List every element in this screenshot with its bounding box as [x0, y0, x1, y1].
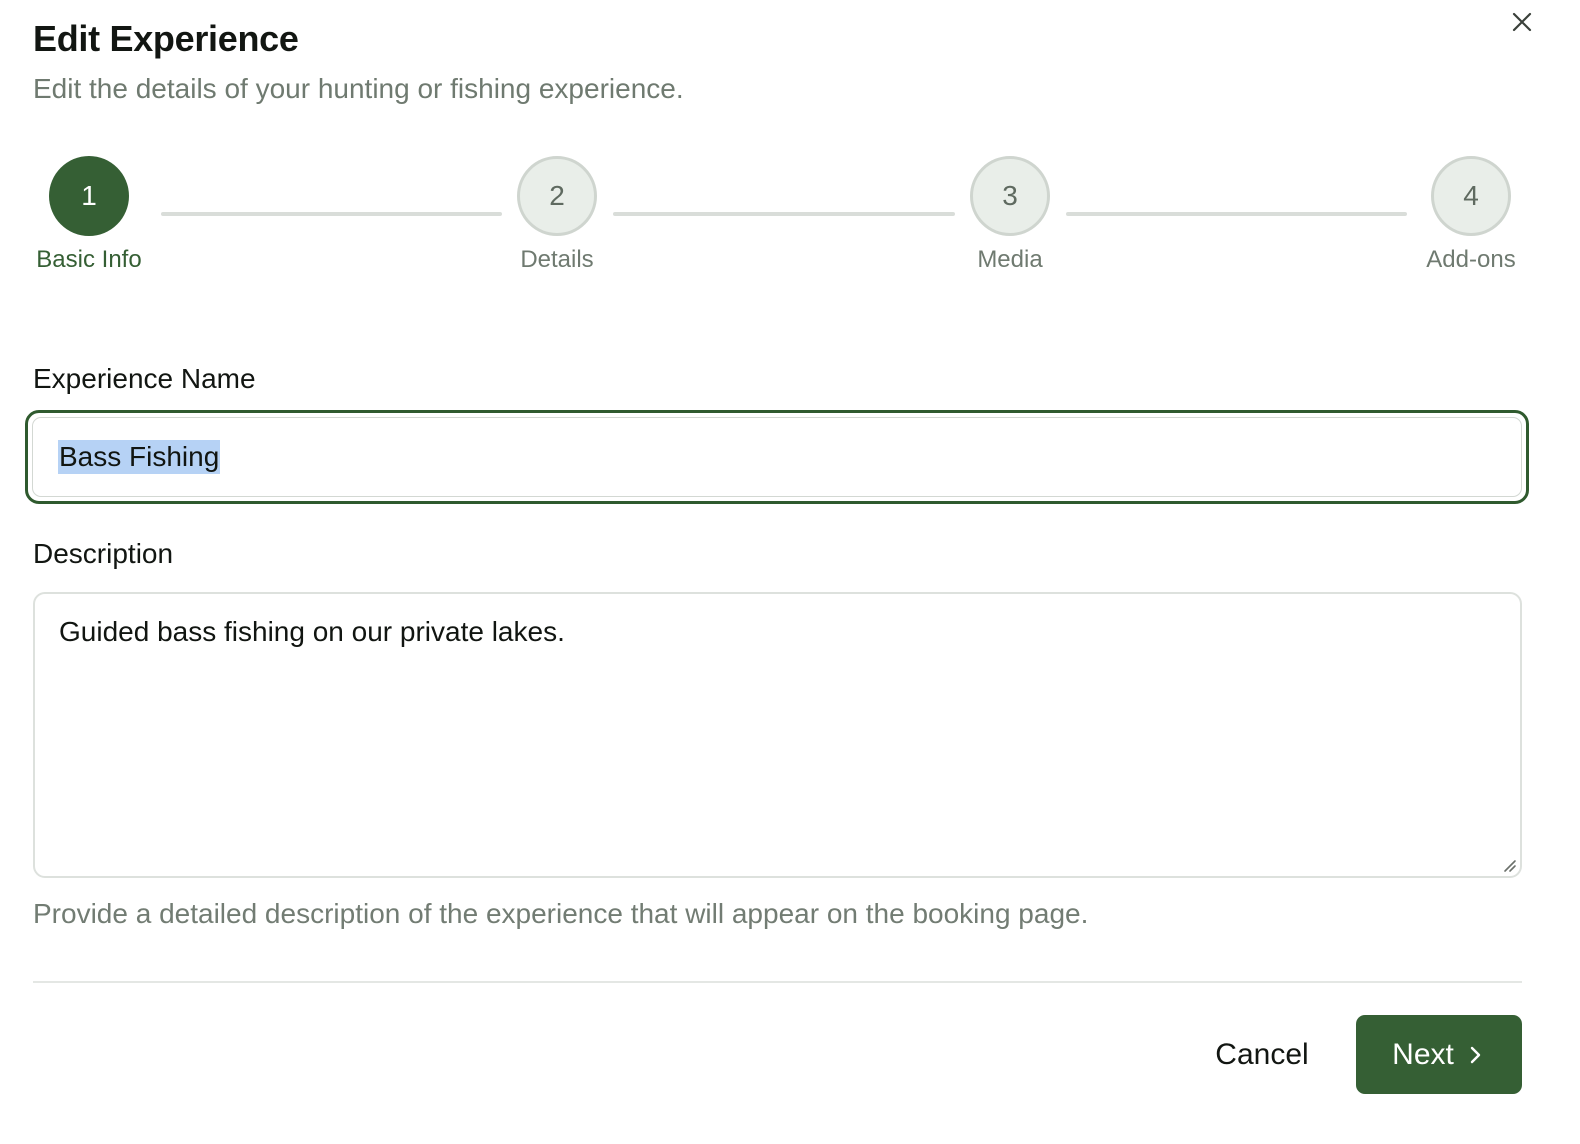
close-button[interactable]: [1506, 6, 1538, 38]
step-number-badge: 3: [970, 156, 1050, 236]
step-number-badge: 4: [1431, 156, 1511, 236]
step-label: Add-ons: [1426, 246, 1516, 273]
experience-name-label: Experience Name: [33, 363, 256, 394]
dialog-title: Edit Experience: [33, 18, 299, 59]
experience-name-input[interactable]: Bass Fishing: [32, 417, 1522, 497]
step-label: Details: [520, 246, 594, 273]
step-number-badge: 1: [49, 156, 129, 236]
edit-experience-dialog: Edit Experience Edit the details of your…: [0, 0, 1580, 1144]
chevron-right-icon: [1470, 1046, 1481, 1063]
experience-name-focus-ring: Bass Fishing: [25, 410, 1529, 504]
next-button[interactable]: Next: [1356, 1015, 1522, 1094]
step-connector: [161, 212, 502, 216]
resize-handle-icon[interactable]: [1499, 855, 1517, 873]
cancel-button[interactable]: Cancel: [1196, 1016, 1328, 1094]
experience-name-value: Bass Fishing: [58, 440, 221, 474]
description-value: Guided bass fishing on our private lakes…: [59, 616, 565, 647]
step-connector: [613, 212, 955, 216]
step-number-badge: 2: [517, 156, 597, 236]
step-add-ons[interactable]: 4 Add-ons: [1416, 156, 1526, 276]
description-label: Description: [33, 538, 174, 569]
step-connector: [1066, 212, 1407, 216]
step-label: Basic Info: [36, 246, 142, 273]
step-media[interactable]: 3 Media: [960, 156, 1060, 276]
step-details[interactable]: 2 Details: [507, 156, 607, 276]
dialog-subtitle: Edit the details of your hunting or fish…: [33, 73, 684, 104]
description-helper-text: Provide a detailed description of the ex…: [33, 898, 1089, 929]
footer-divider: [33, 981, 1522, 983]
next-button-label: Next: [1392, 1037, 1454, 1071]
step-basic-info[interactable]: 1 Basic Info: [33, 156, 145, 276]
description-textarea[interactable]: Guided bass fishing on our private lakes…: [33, 592, 1522, 878]
step-label: Media: [977, 246, 1043, 273]
close-icon: [1512, 12, 1532, 32]
